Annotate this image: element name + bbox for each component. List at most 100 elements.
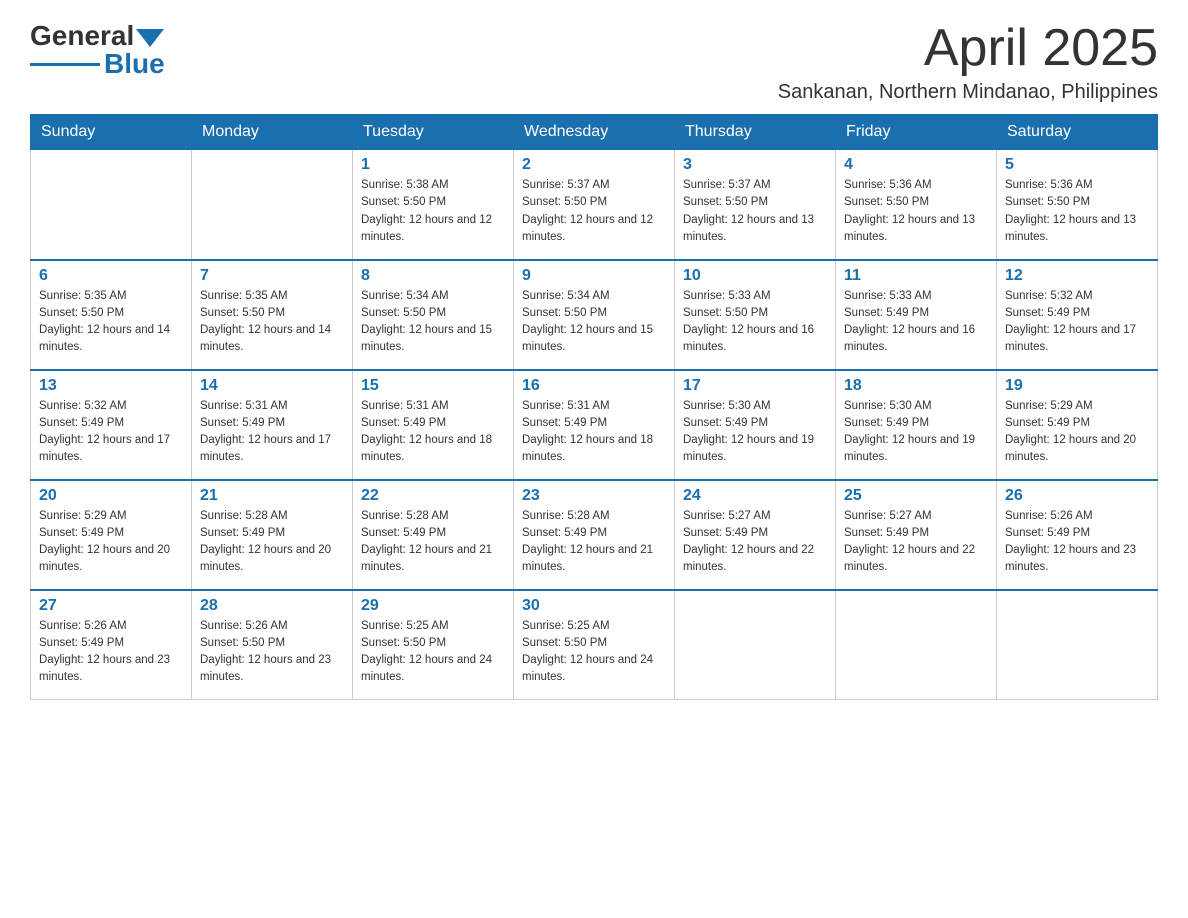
table-row: 12 Sunrise: 5:32 AM Sunset: 5:49 PM Dayli…	[997, 260, 1158, 370]
calendar-header-row: Sunday Monday Tuesday Wednesday Thursday…	[31, 115, 1158, 150]
day-info: Sunrise: 5:34 AM Sunset: 5:50 PM Dayligh…	[361, 288, 505, 357]
table-row	[192, 150, 353, 260]
day-info: Sunrise: 5:36 AM Sunset: 5:50 PM Dayligh…	[844, 177, 988, 246]
day-number: 5	[1005, 156, 1149, 174]
day-info: Sunrise: 5:38 AM Sunset: 5:50 PM Dayligh…	[361, 177, 505, 246]
table-row: 6Sunrise: 5:35 AM Sunset: 5:50 PM Daylig…	[31, 260, 192, 370]
calendar-week-row: 13 Sunrise: 5:32 AM Sunset: 5:49 PM Dayli…	[31, 370, 1158, 480]
day-info: Sunrise: 5:35 AM Sunset: 5:50 PM Dayligh…	[200, 288, 344, 357]
day-info: Sunrise: 5:32 AM Sunset: 5:49 PM Dayligh…	[39, 398, 183, 467]
day-info: Sunrise: 5:25 AM Sunset: 5:50 PM Dayligh…	[522, 618, 666, 687]
day-info: Sunrise: 5:26 AM Sunset: 5:49 PM Dayligh…	[1005, 508, 1149, 577]
day-info: Sunrise: 5:26 AM Sunset: 5:49 PM Dayligh…	[39, 618, 183, 687]
day-number: 20	[39, 487, 183, 505]
calendar-table: Sunday Monday Tuesday Wednesday Thursday…	[30, 114, 1158, 700]
day-info: Sunrise: 5:35 AM Sunset: 5:50 PM Dayligh…	[39, 288, 183, 357]
day-number: 19	[1005, 377, 1149, 395]
day-number: 26	[1005, 487, 1149, 505]
day-number: 4	[844, 156, 988, 174]
day-info: Sunrise: 5:33 AM Sunset: 5:50 PM Dayligh…	[683, 288, 827, 357]
table-row: 21 Sunrise: 5:28 AM Sunset: 5:49 PM Dayli…	[192, 480, 353, 590]
day-number: 23	[522, 487, 666, 505]
table-row: 11 Sunrise: 5:33 AM Sunset: 5:49 PM Dayli…	[836, 260, 997, 370]
day-info: Sunrise: 5:32 AM Sunset: 5:49 PM Dayligh…	[1005, 288, 1149, 357]
logo: General Blue	[30, 20, 165, 80]
day-info: Sunrise: 5:28 AM Sunset: 5:49 PM Dayligh…	[200, 508, 344, 577]
day-number: 30	[522, 597, 666, 615]
table-row: 25 Sunrise: 5:27 AM Sunset: 5:49 PM Dayli…	[836, 480, 997, 590]
logo-triangle-icon	[136, 29, 164, 47]
table-row: 5 Sunrise: 5:36 AM Sunset: 5:50 PM Daylig…	[997, 150, 1158, 260]
month-year-title: April 2025	[778, 20, 1158, 77]
table-row	[836, 590, 997, 700]
day-info: Sunrise: 5:27 AM Sunset: 5:49 PM Dayligh…	[683, 508, 827, 577]
day-info: Sunrise: 5:27 AM Sunset: 5:49 PM Dayligh…	[844, 508, 988, 577]
day-info: Sunrise: 5:30 AM Sunset: 5:49 PM Dayligh…	[683, 398, 827, 467]
day-info: Sunrise: 5:28 AM Sunset: 5:49 PM Dayligh…	[361, 508, 505, 577]
col-saturday: Saturday	[997, 115, 1158, 150]
day-number: 1	[361, 156, 505, 174]
table-row	[675, 590, 836, 700]
table-row: 9Sunrise: 5:34 AM Sunset: 5:50 PM Daylig…	[514, 260, 675, 370]
col-thursday: Thursday	[675, 115, 836, 150]
table-row: 7Sunrise: 5:35 AM Sunset: 5:50 PM Daylig…	[192, 260, 353, 370]
day-info: Sunrise: 5:33 AM Sunset: 5:49 PM Dayligh…	[844, 288, 988, 357]
day-number: 25	[844, 487, 988, 505]
day-info: Sunrise: 5:37 AM Sunset: 5:50 PM Dayligh…	[683, 177, 827, 246]
day-info: Sunrise: 5:29 AM Sunset: 5:49 PM Dayligh…	[1005, 398, 1149, 467]
day-info: Sunrise: 5:31 AM Sunset: 5:49 PM Dayligh…	[200, 398, 344, 467]
table-row: 22 Sunrise: 5:28 AM Sunset: 5:49 PM Dayli…	[353, 480, 514, 590]
table-row: 16 Sunrise: 5:31 AM Sunset: 5:49 PM Dayli…	[514, 370, 675, 480]
day-number: 16	[522, 377, 666, 395]
day-number: 13	[39, 377, 183, 395]
day-info: Sunrise: 5:28 AM Sunset: 5:49 PM Dayligh…	[522, 508, 666, 577]
day-info: Sunrise: 5:31 AM Sunset: 5:49 PM Dayligh…	[361, 398, 505, 467]
day-info: Sunrise: 5:31 AM Sunset: 5:49 PM Dayligh…	[522, 398, 666, 467]
table-row: 17 Sunrise: 5:30 AM Sunset: 5:49 PM Dayli…	[675, 370, 836, 480]
day-number: 2	[522, 156, 666, 174]
col-sunday: Sunday	[31, 115, 192, 150]
table-row: 23 Sunrise: 5:28 AM Sunset: 5:49 PM Dayli…	[514, 480, 675, 590]
day-info: Sunrise: 5:36 AM Sunset: 5:50 PM Dayligh…	[1005, 177, 1149, 246]
col-friday: Friday	[836, 115, 997, 150]
day-info: Sunrise: 5:26 AM Sunset: 5:50 PM Dayligh…	[200, 618, 344, 687]
day-info: Sunrise: 5:29 AM Sunset: 5:49 PM Dayligh…	[39, 508, 183, 577]
table-row: 13 Sunrise: 5:32 AM Sunset: 5:49 PM Dayli…	[31, 370, 192, 480]
table-row: 19 Sunrise: 5:29 AM Sunset: 5:49 PM Dayli…	[997, 370, 1158, 480]
table-row: 4 Sunrise: 5:36 AM Sunset: 5:50 PM Daylig…	[836, 150, 997, 260]
calendar-week-row: 6Sunrise: 5:35 AM Sunset: 5:50 PM Daylig…	[31, 260, 1158, 370]
day-number: 10	[683, 267, 827, 285]
table-row: 30 Sunrise: 5:25 AM Sunset: 5:50 PM Dayli…	[514, 590, 675, 700]
day-number: 24	[683, 487, 827, 505]
table-row: 18Sunrise: 5:30 AM Sunset: 5:49 PM Dayli…	[836, 370, 997, 480]
logo-blue-text: Blue	[104, 48, 165, 80]
day-number: 21	[200, 487, 344, 505]
table-row: 14Sunrise: 5:31 AM Sunset: 5:49 PM Dayli…	[192, 370, 353, 480]
calendar-week-row: 1 Sunrise: 5:38 AM Sunset: 5:50 PM Daylig…	[31, 150, 1158, 260]
table-row: 3 Sunrise: 5:37 AM Sunset: 5:50 PM Daylig…	[675, 150, 836, 260]
day-info: Sunrise: 5:25 AM Sunset: 5:50 PM Dayligh…	[361, 618, 505, 687]
day-number: 11	[844, 267, 988, 285]
day-number: 17	[683, 377, 827, 395]
table-row: 15Sunrise: 5:31 AM Sunset: 5:49 PM Dayli…	[353, 370, 514, 480]
table-row: 28 Sunrise: 5:26 AM Sunset: 5:50 PM Dayli…	[192, 590, 353, 700]
calendar-week-row: 20 Sunrise: 5:29 AM Sunset: 5:49 PM Dayli…	[31, 480, 1158, 590]
day-number: 3	[683, 156, 827, 174]
table-row: 2Sunrise: 5:37 AM Sunset: 5:50 PM Daylig…	[514, 150, 675, 260]
table-row: 24 Sunrise: 5:27 AM Sunset: 5:49 PM Dayli…	[675, 480, 836, 590]
table-row: 26 Sunrise: 5:26 AM Sunset: 5:49 PM Dayli…	[997, 480, 1158, 590]
table-row	[31, 150, 192, 260]
day-number: 27	[39, 597, 183, 615]
day-info: Sunrise: 5:30 AM Sunset: 5:49 PM Dayligh…	[844, 398, 988, 467]
table-row: 27 Sunrise: 5:26 AM Sunset: 5:49 PM Dayli…	[31, 590, 192, 700]
col-monday: Monday	[192, 115, 353, 150]
table-row: 8Sunrise: 5:34 AM Sunset: 5:50 PM Daylig…	[353, 260, 514, 370]
table-row: 1 Sunrise: 5:38 AM Sunset: 5:50 PM Daylig…	[353, 150, 514, 260]
day-number: 12	[1005, 267, 1149, 285]
day-info: Sunrise: 5:34 AM Sunset: 5:50 PM Dayligh…	[522, 288, 666, 357]
table-row: 29Sunrise: 5:25 AM Sunset: 5:50 PM Dayli…	[353, 590, 514, 700]
day-number: 22	[361, 487, 505, 505]
table-row: 20 Sunrise: 5:29 AM Sunset: 5:49 PM Dayli…	[31, 480, 192, 590]
day-number: 28	[200, 597, 344, 615]
title-area: April 2025 Sankanan, Northern Mindanao, …	[778, 20, 1158, 104]
